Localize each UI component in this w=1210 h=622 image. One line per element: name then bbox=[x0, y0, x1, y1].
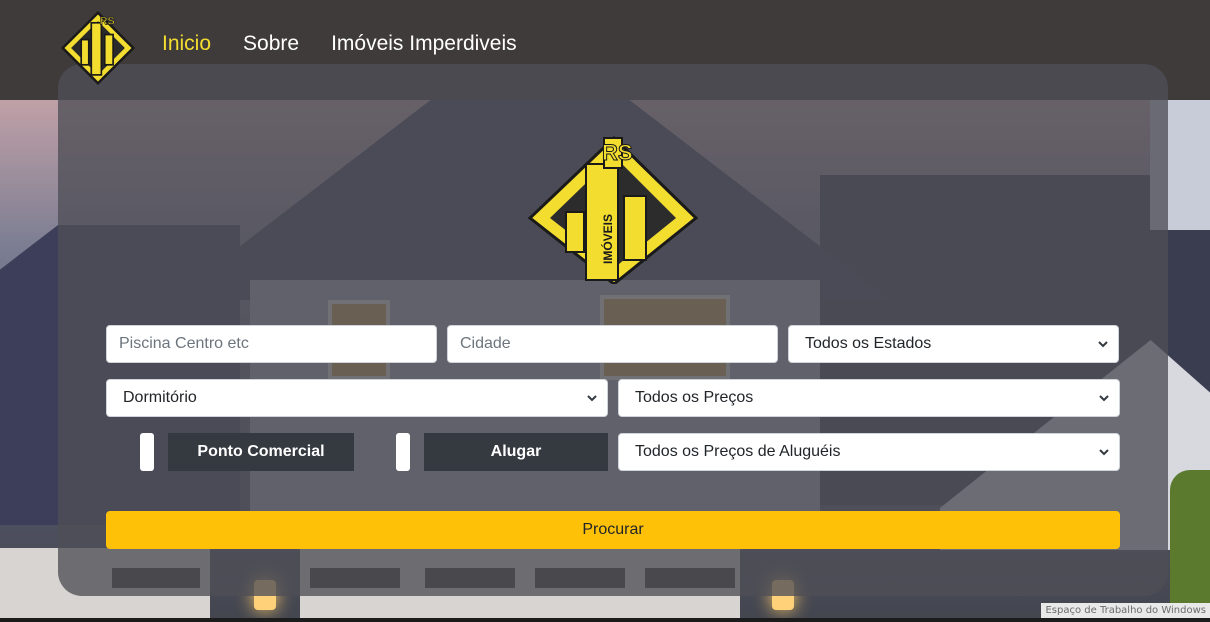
brand-logo-large-icon: RS IMÓVEIS bbox=[527, 135, 699, 284]
bedrooms-select[interactable]: Dormitório bbox=[106, 379, 608, 417]
state-select-value: Todos os Estados bbox=[805, 335, 932, 352]
svg-text:RS: RS bbox=[100, 15, 115, 27]
city-input[interactable] bbox=[447, 325, 778, 363]
commercial-toggle-label[interactable]: Ponto Comercial bbox=[168, 433, 354, 471]
rent-price-select[interactable]: Todos os Preços de Aluguéis bbox=[618, 433, 1120, 471]
bottom-strip bbox=[0, 618, 1210, 622]
keyword-input[interactable] bbox=[106, 325, 437, 363]
toggle-knob[interactable] bbox=[140, 433, 154, 471]
chevron-down-icon bbox=[1099, 449, 1109, 456]
svg-text:RS: RS bbox=[602, 140, 633, 165]
chevron-down-icon bbox=[1099, 395, 1109, 402]
state-select[interactable]: Todos os Estados bbox=[788, 325, 1119, 363]
chevron-down-icon bbox=[587, 395, 597, 402]
price-select[interactable]: Todos os Preços bbox=[618, 379, 1120, 417]
nav-link-sobre[interactable]: Sobre bbox=[243, 32, 299, 56]
commercial-toggle[interactable]: Ponto Comercial bbox=[140, 433, 354, 471]
tree bbox=[1170, 470, 1210, 622]
main-nav: Inicio Sobre Imóveis Imperdiveis bbox=[162, 32, 517, 56]
nav-link-imoveis-imperdiveis[interactable]: Imóveis Imperdiveis bbox=[331, 32, 517, 56]
chevron-down-icon bbox=[1098, 341, 1108, 348]
rent-price-select-value: Todos os Preços de Aluguéis bbox=[635, 443, 841, 460]
rent-toggle-label[interactable]: Alugar bbox=[424, 433, 608, 471]
bedrooms-select-value: Dormitório bbox=[123, 389, 197, 406]
search-button[interactable]: Procurar bbox=[106, 511, 1120, 549]
nav-link-inicio[interactable]: Inicio bbox=[162, 32, 211, 56]
windows-workspace-watermark: Espaço de Trabalho do Windows bbox=[1041, 603, 1210, 618]
toggle-knob[interactable] bbox=[396, 433, 410, 471]
price-select-value: Todos os Preços bbox=[635, 389, 754, 406]
brand-logo-icon[interactable]: RS bbox=[56, 6, 140, 90]
rent-toggle[interactable]: Alugar bbox=[396, 433, 608, 471]
svg-text:IMÓVEIS: IMÓVEIS bbox=[600, 214, 615, 264]
